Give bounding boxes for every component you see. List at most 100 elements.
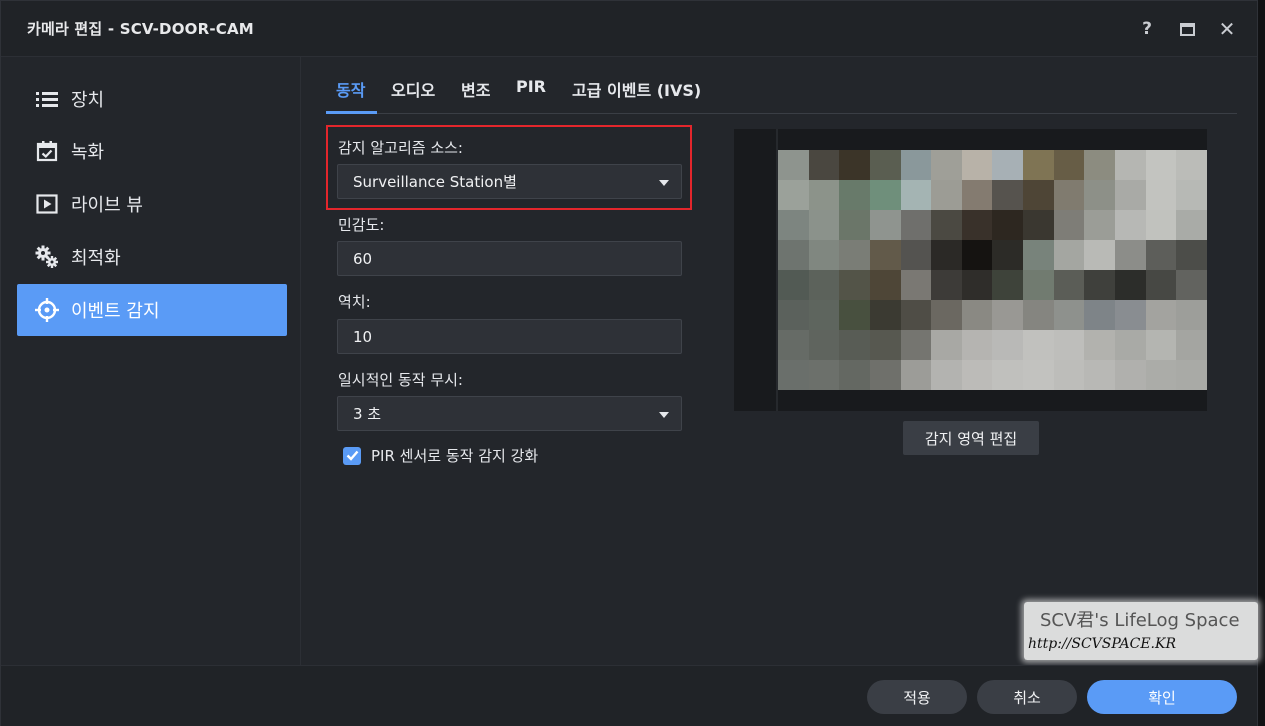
list-icon [35, 87, 59, 111]
snapshot-pixel [1176, 300, 1207, 330]
threshold-input[interactable]: 10 [337, 319, 682, 354]
tab-tampering[interactable]: 변조 [461, 77, 490, 101]
snapshot-pixel [1023, 240, 1054, 270]
sidebar-item-device[interactable]: 장치 [17, 73, 287, 125]
snapshot-pixel [1084, 150, 1116, 180]
snapshot-pixel [1023, 180, 1054, 210]
sidebar-item-label: 이벤트 감지 [71, 301, 160, 322]
sidebar-item-optimization[interactable]: 최적화 [17, 231, 287, 283]
snapshot-pixel [808, 330, 840, 360]
snapshot-pixel [839, 330, 870, 360]
edit-detection-area-button[interactable]: 감지 영역 편집 [903, 421, 1039, 455]
snapshot-pixel [900, 210, 932, 240]
calendar-check-icon [35, 139, 59, 163]
snapshot-pixel [961, 210, 993, 240]
snapshot-pixel [1084, 210, 1116, 240]
tab-bar: 동작 오디오 변조 PIR 고급 이벤트 (IVS) [326, 69, 1237, 114]
tab-audio[interactable]: 오디오 [391, 77, 435, 101]
snapshot-pixel [839, 210, 870, 240]
snapshot-pixel [869, 360, 901, 390]
snapshot-pixel [961, 270, 993, 300]
threshold-label: 역치: [338, 293, 371, 311]
tab-motion[interactable]: 동작 [336, 77, 365, 101]
watermark: SCV君's LifeLog Space http://SCVSPACE.KR [1024, 602, 1258, 660]
snapshot-pixel [778, 330, 809, 360]
camera-preview [734, 129, 1207, 411]
snapshot-pixel [778, 360, 809, 390]
ignore-short-motion-label: 일시적인 동작 무시: [338, 371, 463, 389]
snapshot-pixel [1053, 270, 1085, 300]
camera-edit-dialog: 카메라 편집 - SCV-DOOR-CAM ? ✕ 장치 녹화 라이브 뷰 최적… [0, 0, 1258, 726]
snapshot-pixel [808, 270, 840, 300]
algorithm-source-select[interactable]: Surveillance Station별 [337, 164, 682, 199]
snapshot-pixel [778, 180, 809, 210]
sidebar-item-event-detection[interactable]: 이벤트 감지 [17, 284, 287, 336]
ok-button[interactable]: 확인 [1087, 680, 1237, 714]
snapshot-pixel [839, 300, 870, 330]
snapshot-pixel [1115, 210, 1146, 240]
snapshot-pixel [961, 300, 993, 330]
snapshot-pixel [839, 240, 870, 270]
snapshot-pixel [1084, 270, 1116, 300]
play-icon [35, 192, 59, 216]
snapshot-pixel [992, 270, 1024, 300]
snapshot-pixel [1084, 360, 1116, 390]
ignore-short-motion-value: 3 초 [353, 405, 382, 423]
tab-pir[interactable]: PIR [516, 77, 546, 96]
snapshot-pixel [961, 180, 993, 210]
ignore-short-motion-select[interactable]: 3 초 [337, 396, 682, 431]
snapshot-pixel [839, 150, 870, 180]
cancel-button[interactable]: 취소 [977, 680, 1077, 714]
snapshot-pixel [992, 210, 1024, 240]
sidebar-item-label: 최적화 [71, 248, 121, 269]
snapshot-pixel [1023, 210, 1054, 240]
snapshot-pixel [1145, 210, 1177, 240]
snapshot-pixel [1023, 360, 1054, 390]
close-button[interactable]: ✕ [1213, 15, 1241, 43]
snapshot-pixel [1145, 240, 1177, 270]
snapshot-pixel [1053, 360, 1085, 390]
snapshot-pixel [808, 300, 840, 330]
snapshot-pixel [931, 240, 962, 270]
snapshot-pixel [808, 150, 840, 180]
sidebar-item-recording[interactable]: 녹화 [17, 125, 287, 177]
snapshot-pixel [900, 270, 932, 300]
snapshot-pixel [869, 270, 901, 300]
sensitivity-input[interactable]: 60 [337, 241, 682, 276]
snapshot-pixel [931, 180, 962, 210]
snapshot-pixel [931, 330, 962, 360]
snapshot-pixel [1145, 180, 1177, 210]
snapshot-pixel [869, 300, 901, 330]
screen-edge [1258, 0, 1265, 726]
snapshot-pixel [1176, 360, 1207, 390]
pir-enhance-checkbox[interactable] [343, 446, 361, 465]
snapshot-pixel [839, 180, 870, 210]
snapshot-pixel [778, 150, 809, 180]
apply-button[interactable]: 적용 [867, 680, 967, 714]
snapshot-pixel [1023, 270, 1054, 300]
snapshot-pixel [1053, 180, 1085, 210]
maximize-icon [1179, 22, 1195, 36]
sidebar-item-live-view[interactable]: 라이브 뷰 [17, 178, 287, 230]
snapshot-pixel [1053, 240, 1085, 270]
snapshot-pixel [1145, 150, 1177, 180]
snapshot-pixel [808, 180, 840, 210]
snapshot-pixel [1084, 240, 1116, 270]
sidebar-item-label: 라이브 뷰 [71, 195, 143, 216]
snapshot-pixel [1053, 150, 1085, 180]
snapshot-pixel [931, 270, 962, 300]
snapshot-pixel [1176, 270, 1207, 300]
snapshot-pixel [900, 330, 932, 360]
pir-enhance-row: PIR 센서로 동작 감지 강화 [343, 445, 538, 466]
snapshot-pixel [808, 240, 840, 270]
maximize-button[interactable] [1173, 15, 1201, 43]
snapshot-pixel [778, 240, 809, 270]
help-button[interactable]: ? [1133, 15, 1161, 43]
snapshot-pixel [869, 210, 901, 240]
tab-advanced-ivs[interactable]: 고급 이벤트 (IVS) [572, 77, 701, 101]
snapshot-pixel [1145, 360, 1177, 390]
snapshot-pixel [1084, 180, 1116, 210]
snapshot-pixel [1176, 180, 1207, 210]
snapshot-pixel [1115, 300, 1146, 330]
snapshot-pixel [1145, 270, 1177, 300]
